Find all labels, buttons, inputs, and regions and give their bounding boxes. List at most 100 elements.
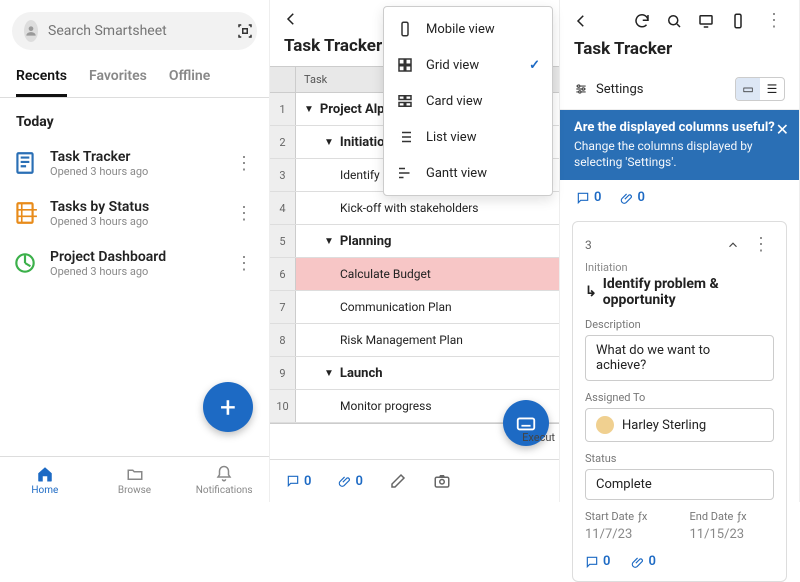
view-option-list[interactable]: List view [384,119,552,155]
strip-attachments[interactable]: 0 [619,190,644,205]
tab-favorites[interactable]: Favorites [89,68,147,97]
card-overflow-icon[interactable]: ⋮ [748,234,774,255]
view-option-mobile[interactable]: Mobile view [384,11,552,47]
grid-row[interactable]: 7 Communication Plan [270,291,559,324]
desc-field[interactable]: What do we want to achieve? [585,335,774,381]
file-type-icon [12,248,38,278]
row-num: 2 [270,126,296,158]
grid-row[interactable]: 9▼Launch [270,357,559,390]
cell-task[interactable]: ▼ Planning [296,225,559,257]
child-arrow-icon: ↳ [585,284,597,300]
row-num: 6 [270,258,296,290]
hint-banner: Are the displayed columns useful? Change… [560,110,799,180]
file-type-icon [12,148,38,178]
nav-browse[interactable]: Browse [90,457,180,502]
device-icon[interactable] [729,12,747,30]
cell-text: Planning [340,234,392,249]
file-item[interactable]: Project DashboardOpened 3 hours ago⋮ [0,238,269,288]
end-value[interactable]: 11/15/23 [690,527,775,542]
card-attachments-count: 0 [648,554,655,569]
view-option-card[interactable]: Card view [384,83,552,119]
grid-row[interactable]: 6Calculate Budget [270,258,559,291]
nav-notifications[interactable]: Notifications [179,457,269,502]
strip-comments[interactable]: 0 [576,190,601,205]
start-label: Start Date [585,510,634,523]
file-item[interactable]: Task TrackerOpened 3 hours ago⋮ [0,138,269,188]
search-input[interactable] [48,23,226,39]
row-num: 7 [270,291,296,323]
search-icon[interactable] [665,12,683,30]
view-option-grid[interactable]: Grid view✓ [384,47,552,83]
nav-browse-label: Browse [118,485,151,496]
cell-task[interactable]: Calculate Budget [296,258,559,290]
cell-text: Kick-off with stakeholders [340,201,478,215]
tab-offline[interactable]: Offline [169,68,210,97]
back-icon[interactable] [282,10,300,28]
card-title-text: Identify problem & opportunity [603,276,774,308]
file-type-icon [12,198,38,228]
file-overflow-icon[interactable]: ⋮ [231,203,257,224]
file-name: Task Tracker [50,149,219,165]
strip-comments-count: 0 [594,190,601,205]
view-toggle: ▭ ☰ [735,77,785,101]
row-num: 3 [270,159,296,191]
scan-icon[interactable] [236,22,254,40]
file-item[interactable]: Tasks by StatusOpened 3 hours ago⋮ [0,188,269,238]
view-option-label: List view [426,130,476,145]
status-field[interactable]: Complete [585,469,774,500]
view-option-label: Card view [426,94,483,109]
cell-task[interactable]: Risk Management Plan [296,324,559,356]
edit-icon[interactable] [389,472,407,490]
card-title: ↳ Identify problem & opportunity [585,276,774,308]
assigned-field[interactable]: Harley Sterling [585,408,774,442]
strip-attachments-count: 0 [637,190,644,205]
col-task[interactable]: Task [296,67,335,92]
row-num: 1 [270,93,296,125]
grid-row[interactable]: 4Kick-off with stakeholders [270,192,559,225]
cell-task[interactable]: ▼Launch [296,357,559,389]
grid-row[interactable]: 5▼Planning [270,225,559,258]
add-fab[interactable]: + [203,382,253,432]
settings-label[interactable]: Settings [596,82,643,97]
banner-close-icon[interactable]: ✕ [776,120,789,139]
caret-icon[interactable]: ▼ [324,236,334,247]
grid-pane: Task Tracker Task 1▼Project Alpha2▼Initi… [270,0,560,502]
tab-recents[interactable]: Recents [16,68,67,97]
comments-count: 0 [304,474,311,489]
cell-task[interactable]: Communication Plan [296,291,559,323]
settings-icon[interactable] [574,82,588,96]
card-attachments[interactable]: 0 [630,554,655,569]
caret-icon[interactable]: ▼ [324,368,334,379]
desc-label: Description [585,318,774,331]
comments-button[interactable]: 0 [286,474,311,489]
assignee-avatar [596,416,614,434]
status-label: Status [585,452,774,465]
status-value: Complete [596,477,652,492]
attachments-button[interactable]: 0 [337,474,362,489]
edge-text: Execut [522,431,555,444]
file-overflow-icon[interactable]: ⋮ [231,253,257,274]
overflow-icon[interactable]: ⋮ [761,10,787,31]
card-comments[interactable]: 0 [585,554,610,569]
back-icon[interactable] [572,12,590,30]
file-overflow-icon[interactable]: ⋮ [231,153,257,174]
avatar[interactable] [24,20,38,42]
cell-text: Monitor progress [340,399,432,413]
refresh-icon[interactable] [633,12,651,30]
collapse-icon[interactable] [726,238,740,252]
nav-home[interactable]: Home [0,457,90,502]
caret-icon[interactable]: ▼ [304,104,314,115]
grid-row[interactable]: 8Risk Management Plan [270,324,559,357]
view-card-btn[interactable]: ▭ [736,78,760,100]
cell-task[interactable]: Kick-off with stakeholders [296,192,559,224]
view-option-label: Gantt view [426,166,487,181]
view-list-btn[interactable]: ☰ [760,78,784,100]
start-value[interactable]: 11/7/23 [585,527,670,542]
search-bar[interactable] [12,12,257,50]
caret-icon[interactable]: ▼ [324,137,334,148]
cell-text: Communication Plan [340,300,452,314]
present-icon[interactable] [697,12,715,30]
camera-icon[interactable] [433,472,451,490]
task-card[interactable]: 3 ⋮ Initiation ↳ Identify problem & oppo… [572,221,787,582]
view-option-gantt[interactable]: Gantt view [384,155,552,191]
